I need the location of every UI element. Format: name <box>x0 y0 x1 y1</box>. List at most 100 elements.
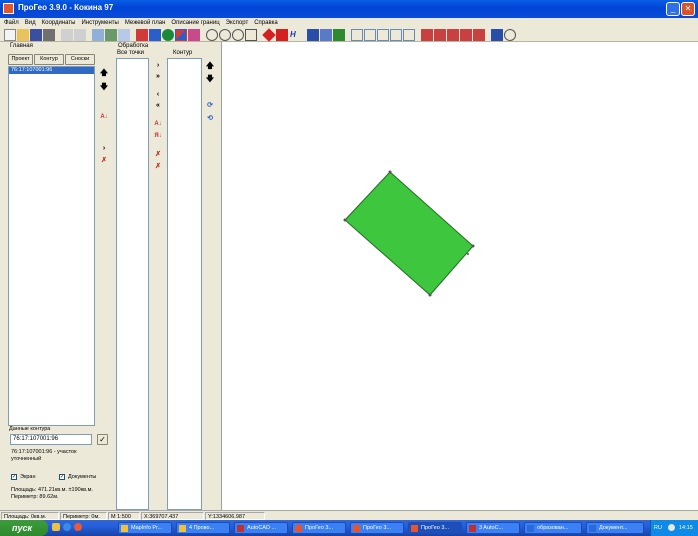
menu-boundary-description[interactable]: Описание границ <box>171 18 219 28</box>
close-button[interactable]: ✕ <box>681 2 695 16</box>
list-item[interactable]: 76:17:107001:96 <box>9 67 94 74</box>
sort-desc-button[interactable]: Я↓ <box>153 131 163 141</box>
tab-footnotes[interactable]: Сноски <box>65 54 95 65</box>
globe-icon[interactable] <box>162 28 174 41</box>
task-document-1[interactable]: образован... <box>524 522 582 534</box>
zoom-extent-icon[interactable] <box>232 28 244 41</box>
snap-point-icon[interactable] <box>377 28 389 41</box>
delete-point-button[interactable]: ✗ <box>153 150 163 160</box>
parcel-vertex[interactable] <box>343 218 347 222</box>
move-down-button[interactable]: 🡇 <box>99 82 109 92</box>
search-icon[interactable] <box>504 28 516 41</box>
select-icon[interactable] <box>92 28 104 41</box>
contour-points-list[interactable] <box>167 58 202 510</box>
snap-cross-icon[interactable] <box>351 28 363 41</box>
report-2-icon[interactable] <box>434 28 446 41</box>
progeo-icon <box>411 525 418 532</box>
task-progeo-2[interactable]: ПроГео 3... <box>350 522 404 534</box>
autocad-icon <box>469 525 476 532</box>
confirm-button[interactable]: ✓ <box>97 434 108 445</box>
parcel-vertex[interactable] <box>467 253 469 255</box>
sort-button[interactable]: A↓ <box>99 112 109 122</box>
task-progeo-1[interactable]: ПроГео 3... <box>292 522 346 534</box>
menu-bar: Файл Вид Координаты Инструменты Межевой … <box>0 18 698 28</box>
snap-line-icon[interactable] <box>364 28 376 41</box>
quicklaunch-desktop-icon[interactable] <box>52 523 60 531</box>
menu-boundary-plan[interactable]: Межевой план <box>125 18 166 28</box>
h-icon[interactable]: H <box>289 29 301 41</box>
parcel-vertex[interactable] <box>428 293 432 297</box>
quicklaunch-ie-icon[interactable] <box>63 523 71 531</box>
menu-help[interactable]: Справка <box>254 18 278 28</box>
style-icon[interactable] <box>188 28 200 41</box>
menu-export[interactable]: Экспорт <box>226 18 249 28</box>
add-all-points-button[interactable]: » <box>153 72 163 82</box>
language-indicator[interactable]: RU <box>654 520 662 536</box>
task-document-2[interactable]: Документ... <box>586 522 644 534</box>
land-parcel[interactable] <box>344 171 474 296</box>
point-delete-icon[interactable] <box>276 28 288 41</box>
minimize-button[interactable]: _ <box>666 2 680 16</box>
project-list[interactable]: 76:17:107001:96 <box>8 66 95 426</box>
redo-icon[interactable] <box>74 28 86 41</box>
zoom-out-icon[interactable] <box>219 28 231 41</box>
save-icon[interactable] <box>30 28 42 41</box>
snap-curve-icon[interactable] <box>403 28 415 41</box>
clear-points-button[interactable]: ✗ <box>153 162 163 172</box>
print-icon[interactable] <box>43 28 55 41</box>
quicklaunch-opera-icon[interactable] <box>74 523 82 531</box>
contour-id-field[interactable]: 76:17:107001:96 <box>10 434 92 445</box>
tray-app-icon[interactable] <box>668 524 675 531</box>
menu-file[interactable]: Файл <box>4 18 19 28</box>
task-progeo-active[interactable]: ПроГео 3... <box>408 522 462 534</box>
report-1-icon[interactable] <box>421 28 433 41</box>
layer-blue-icon[interactable] <box>149 28 161 41</box>
close-contour-icon[interactable]: ⟲ <box>205 114 215 124</box>
task-explorer[interactable]: 4 Прово... <box>176 522 230 534</box>
table-icon[interactable] <box>307 28 319 41</box>
move-right-button[interactable]: › <box>99 144 109 154</box>
parcel-vertex[interactable] <box>471 244 475 248</box>
fill-icon[interactable] <box>175 28 187 41</box>
screen-checkbox[interactable]: ✓ <box>11 474 17 480</box>
task-autocad[interactable]: AutoCAD ... <box>234 522 288 534</box>
menu-coordinates[interactable]: Координаты <box>42 18 76 28</box>
start-button[interactable]: пуск <box>0 520 48 536</box>
menu-view[interactable]: Вид <box>25 18 36 28</box>
snap-vertex-icon[interactable] <box>390 28 402 41</box>
task-label: ПроГео 3... <box>363 525 391 531</box>
zoom-in-icon[interactable] <box>206 28 218 41</box>
layer-red-icon[interactable] <box>136 28 148 41</box>
add-point-button[interactable]: › <box>153 61 163 71</box>
tab-project[interactable]: Проект <box>8 54 33 65</box>
tab-contour[interactable]: Контур <box>34 54 64 65</box>
point-add-icon[interactable] <box>262 27 276 42</box>
contour-up-button[interactable]: 🡅 <box>205 61 215 71</box>
chart-icon[interactable] <box>320 28 332 41</box>
undo-icon[interactable] <box>61 28 73 41</box>
remove-point-button[interactable]: ‹ <box>153 90 163 100</box>
task-autocad-group[interactable]: 3 AutoC... <box>466 522 520 534</box>
parcel-vertex[interactable] <box>388 170 392 174</box>
map-canvas[interactable] <box>221 42 698 510</box>
open-folder-icon[interactable] <box>17 28 29 41</box>
edit-icon[interactable] <box>105 28 117 41</box>
report-3-icon[interactable] <box>447 28 459 41</box>
all-points-list[interactable] <box>116 58 149 510</box>
task-mapinfo[interactable]: MapInfo Pr... <box>118 522 172 534</box>
menu-tools[interactable]: Инструменты <box>81 18 118 28</box>
contour-down-button[interactable]: 🡇 <box>205 74 215 84</box>
remove-button[interactable]: ✗ <box>99 156 109 166</box>
report-5-icon[interactable] <box>473 28 485 41</box>
move-up-button[interactable]: 🡅 <box>99 68 109 78</box>
parcel-icon[interactable] <box>333 28 345 41</box>
documents-checkbox[interactable]: ✓ <box>59 474 65 480</box>
zoom-window-icon[interactable] <box>245 28 257 41</box>
sort-asc-button[interactable]: A↓ <box>153 119 163 129</box>
new-file-icon[interactable] <box>4 28 16 41</box>
remove-all-points-button[interactable]: « <box>153 101 163 111</box>
grid-icon[interactable] <box>118 28 130 41</box>
reverse-contour-icon[interactable]: ⟳ <box>205 101 215 111</box>
report-4-icon[interactable] <box>460 28 472 41</box>
properties-icon[interactable] <box>491 28 503 41</box>
